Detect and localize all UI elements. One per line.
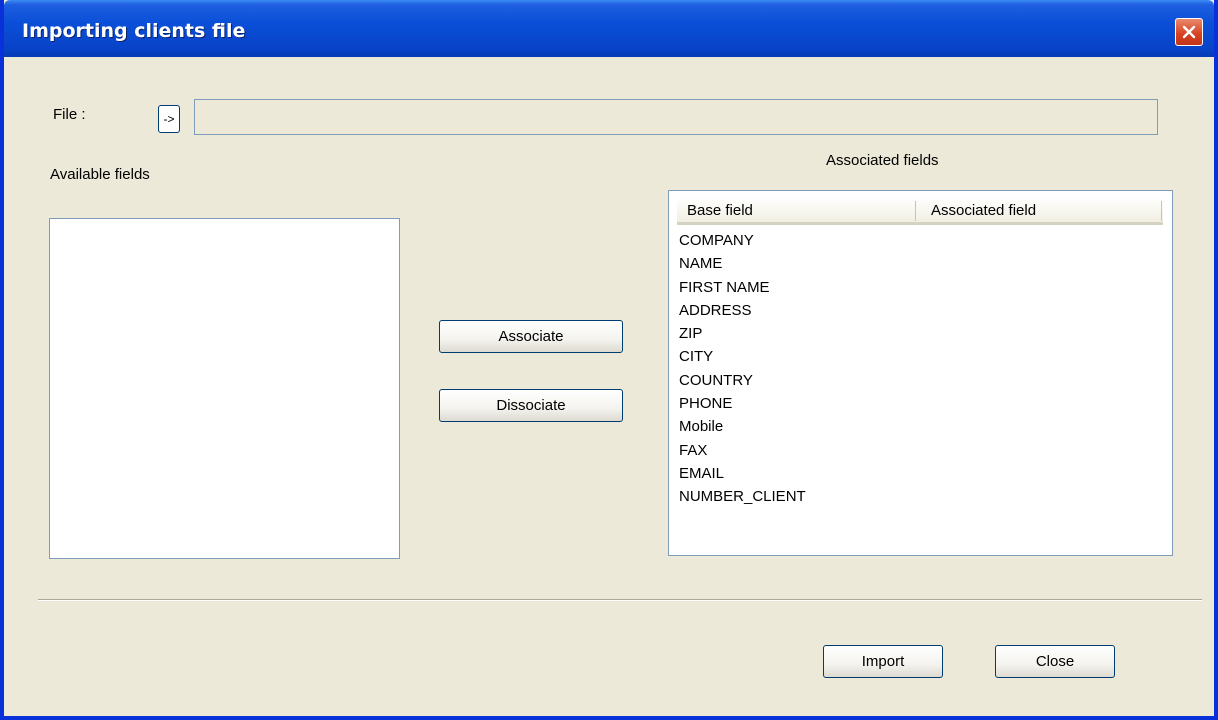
footer-divider [38,599,1202,601]
list-item[interactable]: FIRST NAME [679,276,806,299]
list-rows: COMPANY NAME FIRST NAME ADDRESS ZIP CITY… [679,229,806,509]
list-item[interactable]: COUNTRY [679,369,806,392]
base-field-cell: Mobile [679,418,724,436]
base-field-cell: FAX [679,441,708,459]
list-item[interactable]: NAME [679,252,806,275]
list-item[interactable]: NUMBER_CLIENT [679,485,806,508]
list-item[interactable]: FAX [679,439,806,462]
file-path-field[interactable] [194,99,1158,135]
list-item[interactable]: CITY [679,345,806,368]
list-item[interactable]: EMAIL [679,462,806,485]
column-separator[interactable] [915,201,916,221]
base-field-cell: EMAIL [679,464,725,482]
base-field-cell: ZIP [679,325,703,343]
base-field-cell: PHONE [679,395,733,413]
list-item[interactable]: ZIP [679,322,806,345]
base-field-cell: COMPANY [679,232,754,249]
dissociate-button[interactable]: Dissociate [439,389,623,422]
import-button[interactable]: Import [823,645,943,678]
list-item[interactable]: Mobile [679,415,806,438]
base-field-cell: COUNTRY [679,371,753,389]
file-label: File : [53,106,86,123]
list-item[interactable]: PHONE [679,392,806,415]
associated-fields-list[interactable]: Base field Associated field COMPANY NAME… [668,190,1173,556]
title-bar[interactable]: Importing clients file [4,0,1214,57]
window-title: Importing clients file [22,20,246,42]
available-fields-list[interactable] [49,218,400,559]
list-header: Base field Associated field [677,197,1163,225]
base-field-cell: CITY [679,348,714,366]
close-window-button[interactable] [1175,18,1203,46]
list-item[interactable]: COMPANY [679,229,806,252]
base-field-cell: ADDRESS [679,301,752,319]
close-button[interactable]: Close [995,645,1115,678]
close-icon [1182,25,1196,39]
column-separator[interactable] [1161,201,1162,221]
associated-fields-label: Associated fields [826,152,939,169]
column-header-associated-field[interactable]: Associated field [931,202,1036,219]
available-fields-label: Available fields [50,166,150,183]
base-field-cell: FIRST NAME [679,278,770,296]
base-field-cell: NUMBER_CLIENT [679,488,806,506]
browse-file-button[interactable]: -> [158,105,180,133]
list-item[interactable]: ADDRESS [679,299,806,322]
column-header-base-field[interactable]: Base field [687,202,753,219]
base-field-cell: NAME [679,255,723,273]
import-dialog: Importing clients file File : -> Availab… [0,0,1218,720]
associate-button[interactable]: Associate [439,320,623,353]
